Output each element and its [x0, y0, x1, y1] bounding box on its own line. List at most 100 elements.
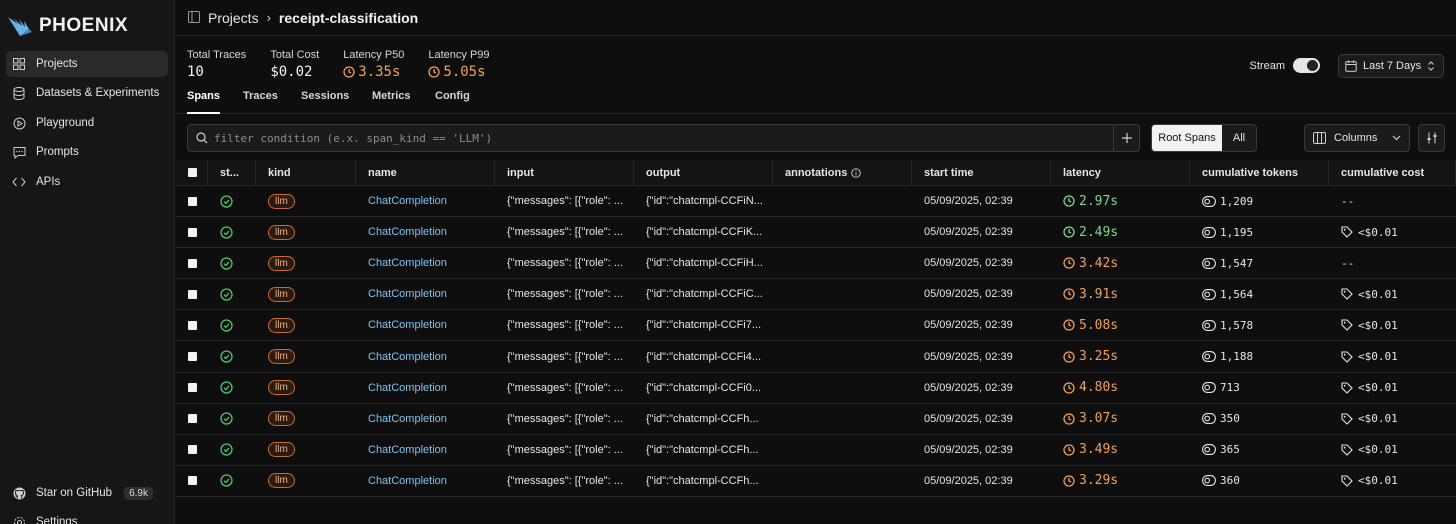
kind-badge: llm — [268, 442, 295, 458]
column-header-annotations[interactable]: annotations — [773, 160, 912, 185]
root-spans-button[interactable]: Root Spans — [1152, 125, 1222, 151]
latency-value-wrap: 3.25s — [1063, 349, 1118, 364]
table-settings-button[interactable] — [1418, 124, 1445, 152]
cost-value-wrap: <$0.01 — [1341, 381, 1398, 394]
tokens-value: 365 — [1220, 443, 1240, 457]
sidebar-item-label: Prompts — [36, 146, 79, 158]
tab-spans[interactable]: Spans — [187, 90, 220, 114]
clock-icon — [428, 66, 441, 78]
span-name-link[interactable]: ChatCompletion — [368, 413, 447, 425]
cost-value-wrap: -- — [1341, 195, 1354, 208]
row-checkbox[interactable] — [188, 258, 197, 268]
span-name-link[interactable]: ChatCompletion — [368, 382, 447, 394]
status-ok-icon — [220, 381, 233, 394]
stat-value: 3.35s — [358, 64, 401, 80]
stream-toggle[interactable] — [1293, 58, 1320, 73]
add-filter-button[interactable] — [1113, 125, 1139, 151]
stat-value: 10 — [187, 64, 204, 80]
row-checkbox[interactable] — [188, 352, 197, 362]
select-all-cell — [176, 160, 208, 185]
sidebar-item-prompts[interactable]: Prompts — [6, 139, 168, 165]
tag-icon — [1341, 413, 1353, 425]
span-name-link[interactable]: ChatCompletion — [368, 475, 447, 487]
span-name-link[interactable]: ChatCompletion — [368, 226, 447, 238]
column-header-start-time[interactable]: start time — [912, 160, 1051, 185]
output-cell: {"id":"chatcmpl-CCFh... — [646, 474, 759, 487]
span-name-link[interactable]: ChatCompletion — [368, 195, 447, 207]
columns-button[interactable]: Columns — [1304, 124, 1410, 152]
table-row[interactable]: llm ChatCompletion {"messages": [{"role"… — [176, 466, 1456, 497]
select-all-checkbox[interactable] — [188, 168, 197, 177]
table-row[interactable]: llm ChatCompletion {"messages": [{"role"… — [176, 435, 1456, 466]
breadcrumb-projects[interactable]: Projects — [208, 10, 259, 26]
latency-value-wrap: 2.49s — [1063, 225, 1118, 240]
filter-condition-input[interactable] — [208, 125, 1113, 151]
kind-badge: llm — [268, 286, 295, 302]
span-name-link[interactable]: ChatCompletion — [368, 319, 447, 331]
row-checkbox[interactable] — [188, 414, 197, 424]
column-header-input[interactable]: input — [495, 160, 634, 185]
row-checkbox[interactable] — [188, 476, 197, 486]
stat-total-cost: Total Cost $0.02 — [270, 49, 319, 80]
column-header-output[interactable]: output — [634, 160, 773, 185]
column-header-latency[interactable]: latency — [1051, 160, 1190, 185]
logo[interactable]: PHOENIX — [7, 12, 128, 40]
annotations-cell — [773, 217, 912, 247]
tokens-value-wrap: 1,188 — [1202, 350, 1253, 363]
start-time-cell: 05/09/2025, 02:39 — [924, 381, 1013, 394]
input-cell: {"messages": [{"role": ... — [507, 381, 623, 394]
tag-icon — [1341, 444, 1353, 456]
table-row[interactable]: llm ChatCompletion {"messages": [{"role"… — [176, 373, 1456, 404]
row-checkbox[interactable] — [188, 196, 197, 206]
start-time-cell: 05/09/2025, 02:39 — [924, 288, 1013, 301]
kind-cell: llm — [256, 217, 356, 247]
kind-cell: llm — [256, 341, 356, 371]
sidebar-toggle-icon[interactable] — [188, 10, 200, 26]
row-checkbox[interactable] — [188, 289, 197, 299]
clock-icon — [1063, 381, 1075, 394]
table-row[interactable]: llm ChatCompletion {"messages": [{"role"… — [176, 310, 1456, 342]
tab-traces[interactable]: Traces — [243, 90, 278, 114]
sidebar-item-playground[interactable]: Playground — [6, 110, 168, 136]
tab-metrics[interactable]: Metrics — [372, 90, 411, 114]
latency-cell: 4.80s — [1051, 373, 1190, 403]
column-header-name[interactable]: name — [356, 160, 495, 185]
sidebar-item-datasets[interactable]: Datasets & Experiments — [6, 80, 168, 106]
github-star-count: 6.9k — [124, 486, 153, 500]
table-row[interactable]: llm ChatCompletion {"messages": [{"role"… — [176, 186, 1456, 218]
row-checkbox[interactable] — [188, 227, 197, 237]
column-header-cumulative-cost[interactable]: cumulative cost — [1329, 160, 1456, 185]
sidebar-item-apis[interactable]: APIs — [6, 169, 168, 195]
date-range-select[interactable]: Last 7 Days — [1338, 54, 1444, 78]
sidebar-item-settings[interactable]: Settings — [6, 509, 168, 524]
row-checkbox[interactable] — [188, 383, 197, 393]
name-cell: ChatCompletion — [356, 373, 495, 403]
tokens-value-wrap: 350 — [1202, 412, 1240, 425]
table-row[interactable]: llm ChatCompletion {"messages": [{"role"… — [176, 279, 1456, 311]
kind-badge: llm — [268, 255, 295, 271]
table-row[interactable]: llm ChatCompletion {"messages": [{"role"… — [176, 404, 1456, 435]
sidebar-item-projects[interactable]: Projects — [6, 51, 168, 77]
span-name-link[interactable]: ChatCompletion — [368, 444, 447, 456]
column-header-kind[interactable]: kind — [256, 160, 356, 185]
tab-sessions[interactable]: Sessions — [301, 90, 349, 114]
span-name-link[interactable]: ChatCompletion — [368, 351, 447, 363]
stat-label: Latency P99 — [428, 49, 490, 61]
table-row[interactable]: llm ChatCompletion {"messages": [{"role"… — [176, 248, 1456, 280]
column-header-cumulative-tokens[interactable]: cumulative tokens — [1190, 160, 1329, 185]
stat-total-traces: Total Traces 10 — [187, 49, 246, 80]
tab-config[interactable]: Config — [435, 90, 470, 114]
span-name-link[interactable]: ChatCompletion — [368, 288, 447, 300]
span-name-link[interactable]: ChatCompletion — [368, 257, 447, 269]
table-row[interactable]: llm ChatCompletion {"messages": [{"role"… — [176, 341, 1456, 373]
tokens-icon — [1202, 413, 1216, 425]
all-spans-button[interactable]: All — [1222, 125, 1256, 151]
github-star-link[interactable]: Star on GitHub 6.9k — [6, 480, 168, 506]
grid-icon — [12, 57, 26, 71]
row-checkbox[interactable] — [188, 320, 197, 330]
row-checkbox[interactable] — [188, 445, 197, 455]
output-cell: {"id":"chatcmpl-CCFiC... — [646, 288, 763, 301]
table-row[interactable]: llm ChatCompletion {"messages": [{"role"… — [176, 217, 1456, 249]
stat-latency-p50: Latency P50 3.35s — [343, 49, 404, 80]
column-header-status[interactable]: st... — [208, 160, 256, 185]
